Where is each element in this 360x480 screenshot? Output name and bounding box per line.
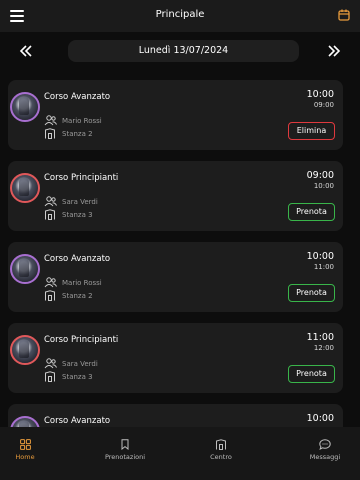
end-time: 10:00 [313, 182, 334, 190]
start-time: 11:00 [306, 332, 334, 343]
room-name: Stanza 3 [62, 211, 93, 219]
room-icon [45, 209, 55, 220]
teacher-name: Sara Verdi [62, 198, 98, 206]
bottom-navigation: Home Prenotazioni Centro Messaggi [0, 427, 360, 480]
tab-messaggi[interactable]: Messaggi [285, 439, 360, 461]
lesson-card[interactable]: Corso Avanzato 10:00 [8, 404, 343, 427]
people-icon [44, 115, 57, 126]
room-icon [45, 371, 55, 382]
teacher-name: Sara Verdi [62, 360, 98, 368]
room-icon [45, 290, 55, 301]
tab-label: Messaggi [309, 453, 341, 461]
end-time: 12:00 [313, 344, 334, 352]
teacher-name: Mario Rossi [62, 279, 102, 287]
tab-label: Centro [210, 453, 232, 461]
double-chevron-right-icon[interactable] [325, 42, 343, 60]
delete-booking-button[interactable]: Elimina [288, 122, 335, 140]
app-bar: Principale [0, 0, 360, 32]
lessons-list[interactable]: Corso Avanzato 10:00 09:00 Mario Rossi S… [0, 80, 360, 427]
course-name: Corso Avanzato [44, 92, 111, 102]
start-time: 09:00 [306, 170, 334, 181]
end-time: 11:00 [313, 263, 334, 271]
double-chevron-left-icon[interactable] [17, 42, 35, 60]
page-title: Principale [155, 9, 205, 20]
tab-label: Prenotazioni [104, 453, 146, 461]
course-name: Corso Principianti [44, 335, 119, 345]
book-button[interactable]: Prenota [288, 284, 335, 302]
teacher-name: Mario Rossi [62, 117, 102, 125]
people-icon [44, 196, 57, 207]
room-icon [45, 128, 55, 139]
people-icon [44, 277, 57, 288]
people-icon [44, 358, 57, 369]
avatar [10, 254, 40, 284]
tab-prenotazioni[interactable]: Prenotazioni [85, 439, 165, 461]
selected-date[interactable]: Lunedì 13/07/2024 [68, 40, 299, 62]
room-name: Stanza 2 [62, 130, 93, 138]
calendar-icon[interactable] [338, 9, 350, 21]
chat-bubble-icon [319, 439, 331, 450]
avatar [10, 92, 40, 122]
home-grid-icon [19, 439, 31, 450]
room-name: Stanza 3 [62, 373, 93, 381]
lesson-card[interactable]: Corso Principianti 11:00 12:00 Sara Verd… [8, 323, 343, 393]
tab-home[interactable]: Home [0, 439, 65, 461]
tab-label: Home [15, 453, 35, 461]
lesson-card[interactable]: Corso Avanzato 10:00 09:00 Mario Rossi S… [8, 80, 343, 150]
building-icon [216, 439, 226, 450]
end-time: 09:00 [313, 101, 334, 109]
bookmark-icon [121, 439, 129, 450]
date-navigator: Lunedì 13/07/2024 [0, 39, 360, 65]
start-time: 10:00 [306, 89, 334, 100]
course-name: Corso Principianti [44, 173, 119, 183]
book-button[interactable]: Prenota [288, 203, 335, 221]
room-name: Stanza 2 [62, 292, 93, 300]
avatar [10, 173, 40, 203]
tab-centro[interactable]: Centro [181, 439, 261, 461]
lesson-card[interactable]: Corso Principianti 09:00 10:00 Sara Verd… [8, 161, 343, 231]
avatar [10, 416, 40, 427]
course-name: Corso Avanzato [44, 416, 111, 426]
start-time: 10:00 [306, 413, 334, 424]
course-name: Corso Avanzato [44, 254, 111, 264]
start-time: 10:00 [306, 251, 334, 262]
avatar [10, 335, 40, 365]
lesson-card[interactable]: Corso Avanzato 10:00 11:00 Mario Rossi S… [8, 242, 343, 312]
book-button[interactable]: Prenota [288, 365, 335, 383]
